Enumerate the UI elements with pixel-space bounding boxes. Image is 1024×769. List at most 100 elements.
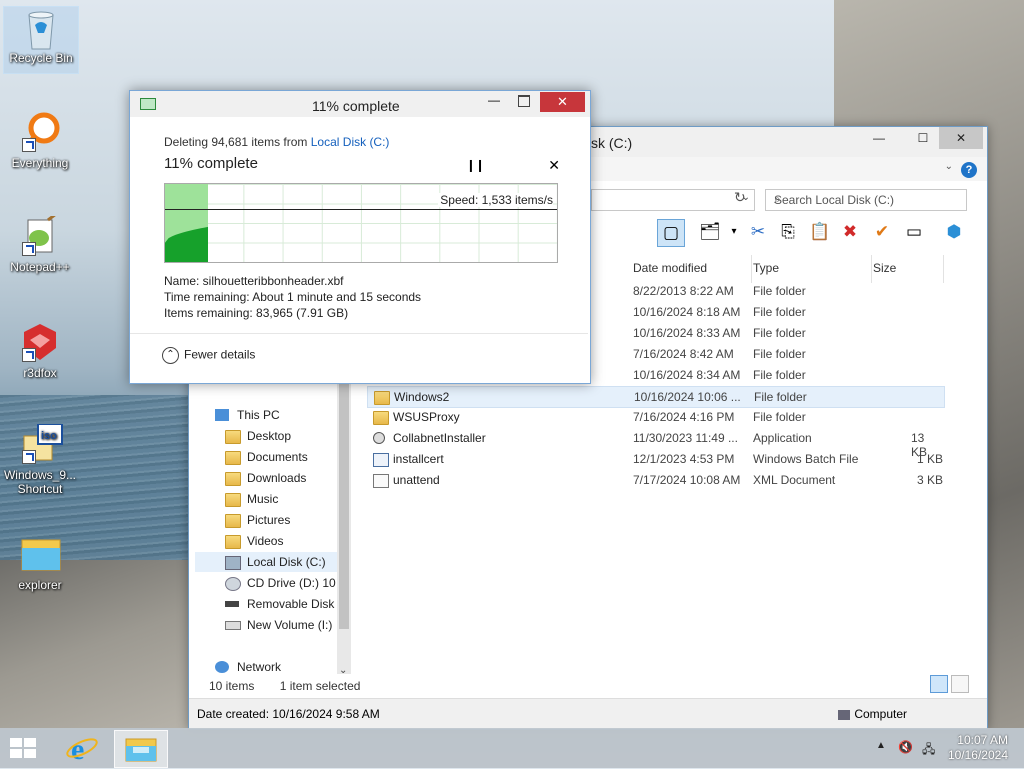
chevron-down-icon[interactable]: ▾ (721, 219, 747, 245)
network-icon (215, 661, 229, 673)
pause-button[interactable]: ❙❙ (466, 158, 485, 172)
pictures-folder-icon (225, 514, 241, 528)
show-hidden-icons[interactable]: ▲ (876, 740, 886, 751)
refresh-icon[interactable]: ↻ (734, 189, 746, 206)
status-bar: 10 items 1 item selected (209, 679, 360, 693)
copy-icon[interactable]: ⎘ (775, 219, 801, 245)
shortcut-arrow-icon (22, 138, 36, 152)
large-icons-view-icon[interactable] (951, 675, 969, 693)
column-header-size[interactable]: Size (867, 255, 944, 283)
view-buttons (927, 675, 969, 696)
item-count: 10 items (209, 679, 255, 693)
column-header-type[interactable]: Type (747, 255, 872, 283)
table-row-selected[interactable]: Windows2 10/16/2024 10:06 ... File folde… (367, 386, 945, 408)
taskbar-internet-explorer[interactable]: e (56, 730, 108, 766)
scrollbar-thumb[interactable] (339, 384, 349, 629)
address-bar[interactable]: ⌄ (591, 189, 755, 211)
system-clock[interactable]: 10:07 AM 10/16/2024 (948, 733, 1008, 763)
search-icon: ⌕ (774, 192, 781, 206)
nav-item-local-disk[interactable]: Local Disk (C:) (195, 552, 341, 572)
desktop-folder-icon (225, 430, 241, 444)
removable-disk-icon (225, 601, 239, 607)
volume-muted-icon[interactable]: 🔇 (898, 740, 913, 754)
magnifier-icon (20, 112, 60, 152)
delete-progress-dialog[interactable]: 11% complete — ✕ Deleting 94,681 items f… (129, 90, 591, 384)
move-to-icon[interactable]: ▭ (901, 219, 927, 245)
dialog-title: 11% complete (312, 98, 400, 114)
toolbar: ▢ 🗂 ▾ ✂ ⎘ 📋 ✖ ✔ ▭ ⬢ (657, 219, 977, 249)
navigation-pane: This PC Desktop Documents Downloads Musi… (195, 397, 347, 687)
maximize-button[interactable] (518, 95, 530, 107)
table-row[interactable]: WSUSProxy 7/16/2024 4:16 PM File folder (367, 407, 943, 427)
music-folder-icon (225, 493, 241, 507)
minimize-button[interactable]: — (488, 93, 500, 107)
shortcut-arrow-icon (22, 242, 36, 256)
scroll-down-icon[interactable]: ⌄ (339, 665, 347, 676)
svg-text:e: e (71, 733, 84, 766)
folder-icon (20, 534, 61, 574)
computer-icon (838, 709, 851, 720)
clock-time: 10:07 AM (957, 733, 1008, 747)
column-header-date[interactable]: Date modified (627, 255, 752, 283)
table-row[interactable]: unattend 7/17/2024 10:08 AM XML Document… (367, 470, 943, 490)
destination-link[interactable]: Local Disk (C:) (311, 135, 390, 149)
date-created-text: Date created: 10/16/2024 9:58 AM (197, 707, 380, 721)
minimize-button[interactable]: — (857, 127, 901, 149)
svg-text:iso: iso (41, 430, 57, 442)
nav-item-network[interactable]: Network (211, 657, 357, 677)
taskbar: e ▲ 🔇 🖧 10:07 AM 10/16/2024 (0, 728, 1024, 768)
desktop-icon-label: Notepad++ (10, 260, 70, 274)
search-input[interactable]: Search Local Disk (C:) ⌕ (765, 189, 967, 211)
network-status-icon[interactable]: 🖧 (922, 740, 935, 761)
cancel-button[interactable]: ✕ (548, 157, 560, 174)
selected-count: 1 item selected (279, 679, 361, 693)
downloads-folder-icon (225, 472, 241, 486)
rename-check-icon[interactable]: ✔ (869, 219, 895, 245)
shortcut-arrow-icon (22, 450, 36, 464)
r3dfox-icon (20, 322, 60, 362)
table-row[interactable]: installcert 12/1/2023 4:53 PM Windows Ba… (367, 449, 943, 469)
properties-check-icon[interactable]: 🗂 (697, 219, 723, 245)
chevron-up-icon: ⌃ (162, 347, 179, 364)
documents-folder-icon (225, 451, 241, 465)
folder-icon (373, 411, 389, 425)
desktop-icon-label: Everything (11, 156, 69, 170)
file-operation-icon (140, 98, 156, 110)
desktop-icon-recycle-bin[interactable]: Recycle Bin (3, 6, 79, 74)
cut-icon[interactable]: ✂ (745, 219, 771, 245)
start-button[interactable] (10, 738, 38, 758)
help-icon[interactable]: ? (961, 162, 977, 178)
taskbar-file-explorer[interactable] (114, 730, 168, 768)
desktop-icon-r3dfox[interactable]: r3dfox (3, 322, 77, 380)
nav-pane-scrollbar[interactable]: ⌄ (337, 382, 351, 676)
folder-icon (374, 391, 390, 405)
delete-icon[interactable]: ✖ (837, 219, 863, 245)
dialog-title-bar[interactable]: 11% complete — ✕ (130, 91, 590, 117)
close-button[interactable]: ✕ (939, 127, 983, 149)
speed-graph: Speed: 1,533 items/s (164, 183, 558, 263)
computer-icon (215, 409, 229, 421)
paste-icon[interactable]: 📋 (807, 219, 833, 245)
desktop-icon-explorer[interactable]: explorer (3, 534, 77, 592)
desktop-icon-notepad-plus-plus[interactable]: Notepad++ (3, 212, 77, 274)
details-view-icon[interactable] (930, 675, 948, 693)
operation-details: Name: silhouetteribbonheader.xbf Time re… (164, 273, 421, 321)
operation-description: Deleting 94,681 items from Local Disk (C… (164, 135, 390, 149)
desktop-icon-label: r3dfox (23, 366, 57, 380)
notepad-plus-plus-icon (20, 212, 60, 256)
fewer-details-button[interactable]: ⌃ Fewer details (162, 347, 255, 364)
desktop-icon-everything[interactable]: Everything (3, 112, 77, 170)
preview-pane-icon[interactable]: ▢ (657, 219, 685, 247)
nav-item-this-pc[interactable]: This PC (211, 405, 357, 425)
speed-text: Speed: 1,533 items/s (438, 193, 553, 207)
desktop-icon-label: Recycle Bin (9, 51, 73, 65)
dialog-body: Deleting 94,681 items from Local Disk (C… (164, 135, 560, 320)
current-speed-line (165, 209, 557, 210)
desktop-icon-windows-iso-shortcut[interactable]: iso Windows_9... Shortcut (3, 423, 77, 496)
speed-history-area (165, 226, 208, 262)
close-button[interactable]: ✕ (540, 92, 585, 112)
table-row[interactable]: CollabnetInstaller 11/30/2023 11:49 ... … (367, 428, 943, 459)
batch-file-icon (373, 453, 389, 467)
new-folder-icon[interactable]: ⬢ (941, 219, 967, 245)
ribbon-expand-icon[interactable]: ⌄ (945, 161, 953, 172)
